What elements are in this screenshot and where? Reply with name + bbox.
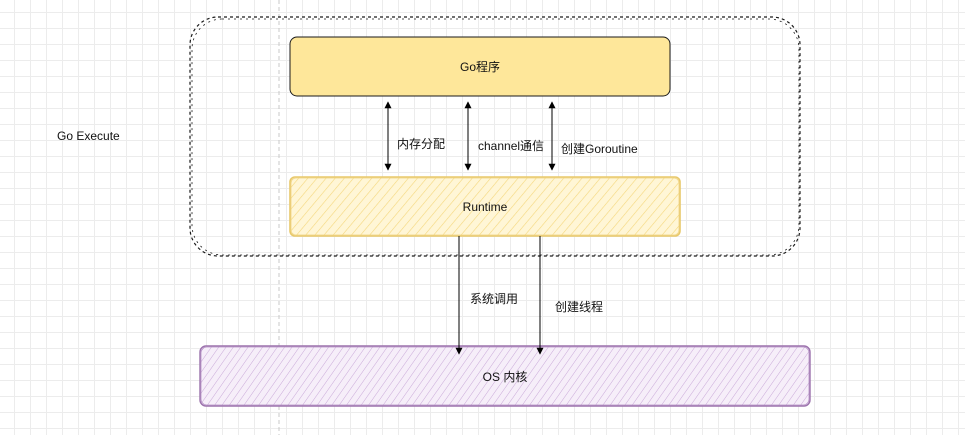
os-kernel-label: OS 内核	[482, 369, 528, 384]
memory-alloc-label: 内存分配	[397, 137, 446, 151]
channel-comm-label: channel通信	[478, 139, 545, 153]
syscall-label: 系统调用	[470, 292, 519, 306]
go-program-label: Go程序	[459, 60, 500, 74]
create-goroutine-label: 创建Goroutine	[561, 142, 638, 156]
create-thread-label: 创建线程	[555, 300, 604, 314]
runtime-label: Runtime	[462, 199, 508, 214]
go-execute-label: Go Execute	[57, 129, 120, 143]
